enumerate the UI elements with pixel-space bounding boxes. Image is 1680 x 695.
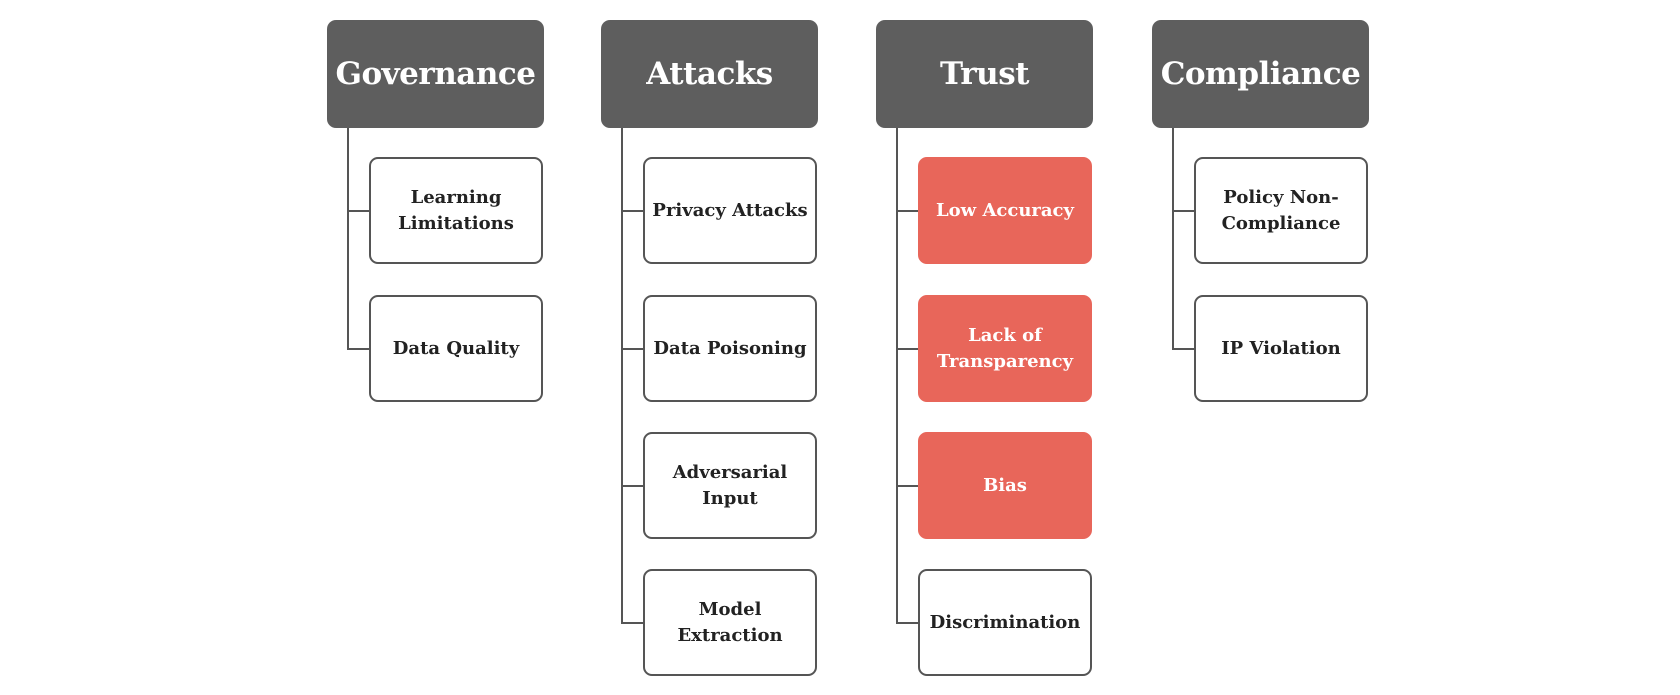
connector-line bbox=[1172, 128, 1174, 349]
connector-line bbox=[896, 128, 898, 623]
column-compliance: Compliance Policy Non-Compliance IP Violat… bbox=[1152, 20, 1392, 690]
category-header: Governance bbox=[327, 20, 544, 128]
category-header: Trust bbox=[876, 20, 1093, 128]
risk-item: Model Extraction bbox=[643, 569, 817, 676]
risk-item: Data Poisoning bbox=[643, 295, 817, 402]
risk-item: Low Accuracy bbox=[918, 157, 1092, 264]
category-header: Compliance bbox=[1152, 20, 1369, 128]
risk-item: Learning Limitations bbox=[369, 157, 543, 264]
column-trust: Trust Low Accuracy Lack of Transparency Bia… bbox=[876, 20, 1116, 690]
risk-item: Bias bbox=[918, 432, 1092, 539]
risk-item: Data Quality bbox=[369, 295, 543, 402]
risk-item: Policy Non-Compliance bbox=[1194, 157, 1368, 264]
risk-item: Adversarial Input bbox=[643, 432, 817, 539]
column-attacks: Attacks Privacy Attacks Data Poisoning Adve… bbox=[601, 20, 841, 690]
risk-item: Privacy Attacks bbox=[643, 157, 817, 264]
risk-item: IP Violation bbox=[1194, 295, 1368, 402]
connector-line bbox=[621, 128, 623, 623]
risk-item: Discrimination bbox=[918, 569, 1092, 676]
column-governance: Governance Learning Limitations Data Quali… bbox=[327, 20, 567, 690]
risk-item: Lack of Transparency bbox=[918, 295, 1092, 402]
category-header: Attacks bbox=[601, 20, 818, 128]
connector-line bbox=[347, 128, 349, 349]
